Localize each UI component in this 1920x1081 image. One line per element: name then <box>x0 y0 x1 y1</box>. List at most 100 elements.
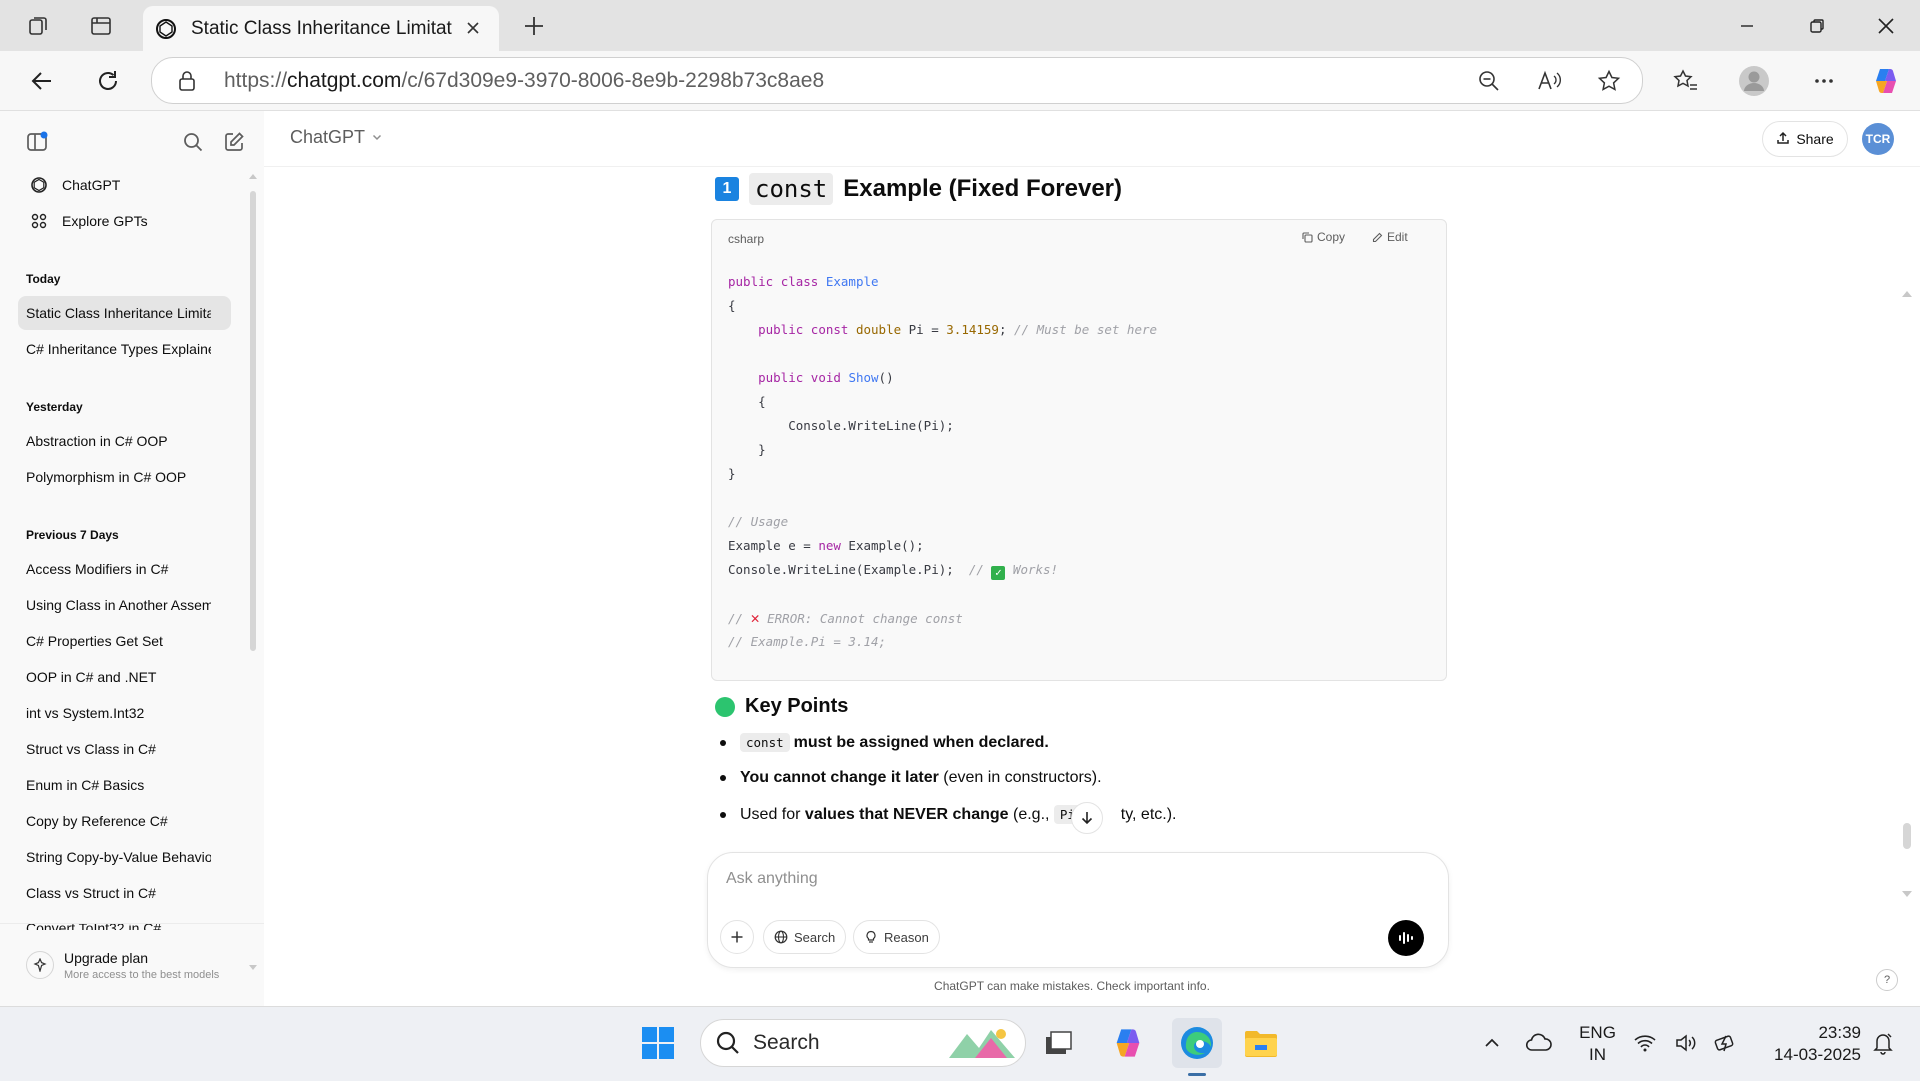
chat-item-label: Static Class Inheritance Limitation <box>26 305 211 321</box>
edit-code-button[interactable]: Edit <box>1372 230 1408 244</box>
reason-toggle-button[interactable]: Reason <box>853 920 940 954</box>
copy-code-button[interactable]: Copy <box>1302 230 1345 244</box>
share-button[interactable]: Share <box>1762 121 1848 157</box>
notifications-bell-icon[interactable] <box>1868 1021 1898 1065</box>
chat-item-label: Enum in C# Basics <box>26 777 145 793</box>
help-button[interactable]: ? <box>1876 969 1898 991</box>
voice-mode-button[interactable] <box>1388 920 1424 956</box>
language-code: ENG <box>1579 1023 1616 1042</box>
reason-label: Reason <box>884 929 929 945</box>
restore-icon[interactable] <box>1803 12 1831 40</box>
profile-icon[interactable] <box>1738 65 1770 97</box>
close-tab-icon[interactable] <box>461 16 485 40</box>
sidebar-nav-chatgpt[interactable]: ChatGPT <box>18 168 240 202</box>
bullet-text: Used for <box>740 805 805 823</box>
chat-item-label: String Copy-by-Value Behavior <box>26 849 211 865</box>
active-tab[interactable]: Static Class Inheritance Limitation <box>143 6 499 51</box>
list-item: You cannot change it later (even in cons… <box>720 769 1102 787</box>
windows-start-icon[interactable] <box>636 1021 680 1065</box>
search-chats-icon[interactable] <box>180 129 206 155</box>
sidebar-nav-explore-gpts[interactable]: Explore GPTs <box>18 204 240 238</box>
chat-item[interactable]: Using Class in Another Assembly <box>18 588 231 622</box>
model-selector[interactable]: ChatGPT <box>290 127 383 148</box>
site-info-lock-icon[interactable] <box>174 68 200 94</box>
copy-label: Copy <box>1317 230 1346 244</box>
address-bar[interactable]: https://chatgpt.com/c/67d309e9-3970-8006… <box>151 57 1643 104</box>
chat-item[interactable]: C# Inheritance Types Explained <box>18 332 231 366</box>
search-toggle-button[interactable]: Search <box>763 920 847 954</box>
wifi-icon[interactable] <box>1630 1021 1660 1065</box>
chevron-down-icon <box>371 127 383 148</box>
show-hidden-icons-icon[interactable] <box>1470 1021 1514 1065</box>
back-arrow-icon[interactable] <box>26 65 58 97</box>
share-label: Share <box>1796 131 1834 147</box>
scroll-to-bottom-button[interactable] <box>1071 802 1103 834</box>
code-block: csharp Copy Edit public class Example { … <box>711 219 1447 681</box>
copilot-taskbar-icon[interactable] <box>1106 1021 1150 1065</box>
browser-tab-bar: Static Class Inheritance Limitation <box>0 0 1920 51</box>
sidebar-scrollbar[interactable] <box>248 171 258 970</box>
zoom-out-icon[interactable] <box>1476 68 1502 94</box>
tab-actions-icon[interactable] <box>89 14 113 38</box>
avatar[interactable]: TCR <box>1862 123 1894 155</box>
close-sidebar-icon[interactable] <box>24 129 50 155</box>
chat-item[interactable]: Abstraction in C# OOP <box>18 424 231 458</box>
bullet-text: ty, etc.). <box>1120 805 1177 823</box>
upgrade-plan-button[interactable]: Upgrade plan More access to the best mod… <box>18 937 244 993</box>
section-today: Today <box>26 272 61 286</box>
code-language: csharp <box>728 232 765 246</box>
chat-item[interactable]: Struct vs Class in C# <box>18 732 231 766</box>
favorites-icon[interactable] <box>1670 65 1702 97</box>
search-highlight-icon <box>949 1029 1015 1058</box>
openai-logo-icon <box>28 174 50 196</box>
prompt-input[interactable] <box>724 863 1288 895</box>
upgrade-subtitle: More access to the best models <box>64 968 220 981</box>
chat-item[interactable]: Access Modifiers in C# <box>18 552 231 586</box>
url-text[interactable]: https://chatgpt.com/c/67d309e9-3970-8006… <box>224 69 824 93</box>
taskbar-search[interactable]: Search <box>700 1019 1026 1067</box>
onedrive-cloud-icon[interactable] <box>1517 1021 1561 1065</box>
more-options-icon[interactable] <box>1808 65 1840 97</box>
chat-item[interactable]: Polymorphism in C# OOP <box>18 460 231 494</box>
chat-item[interactable]: C# Properties Get Set <box>18 624 231 658</box>
task-view-icon[interactable] <box>1037 1021 1081 1065</box>
read-aloud-icon[interactable] <box>1537 68 1563 94</box>
chat-scrollbar[interactable] <box>1900 171 1914 961</box>
chat-item[interactable]: String Copy-by-Value Behavior <box>18 840 231 874</box>
battery-charging-icon[interactable] <box>1712 1021 1742 1065</box>
new-chat-icon[interactable] <box>221 129 247 155</box>
globe-icon <box>774 930 788 944</box>
upgrade-title: Upgrade plan <box>64 949 149 966</box>
favorite-star-icon[interactable] <box>1596 68 1622 94</box>
sidebar: ChatGPT Explore GPTs Today Static Class … <box>0 111 264 1006</box>
taskbar-search-label: Search <box>753 1031 820 1054</box>
copilot-icon[interactable] <box>1870 65 1902 97</box>
sidebar-nav-label: ChatGPT <box>62 177 121 193</box>
attach-button[interactable] <box>720 920 754 954</box>
chatgpt-favicon-icon <box>155 18 177 45</box>
close-window-icon[interactable] <box>1872 12 1900 40</box>
chat-item[interactable]: Static Class Inheritance Limitation <box>18 296 231 330</box>
chat-item[interactable]: OOP in C# and .NET <box>18 660 231 694</box>
clock[interactable]: 23:39 14-03-2025 <box>1755 1022 1861 1066</box>
message-composer: Search Reason <box>707 852 1449 968</box>
new-tab-icon[interactable] <box>520 12 548 40</box>
bullet-bold: You cannot change it later <box>740 769 939 786</box>
chat-item[interactable]: Class vs Struct in C# <box>18 876 231 910</box>
chat-item[interactable]: Convert ToInt32 in C# <box>18 912 231 930</box>
bullet-text: (even in constructors). <box>938 769 1102 786</box>
edge-browser-icon[interactable] <box>1172 1018 1222 1076</box>
browser-toolbar: https://chatgpt.com/c/67d309e9-3970-8006… <box>0 51 1920 111</box>
copy-icon <box>1302 231 1313 243</box>
file-explorer-icon[interactable] <box>1239 1021 1283 1065</box>
volume-icon[interactable] <box>1672 1021 1702 1065</box>
chat-item-label: C# Inheritance Types Explained <box>26 341 211 357</box>
chat-item[interactable]: int vs System.Int32 <box>18 696 231 730</box>
list-item: const must be assigned when declared. <box>720 733 1049 752</box>
chat-item[interactable]: Enum in C# Basics <box>18 768 231 802</box>
language-indicator[interactable]: ENG IN <box>1570 1022 1625 1066</box>
chat-item[interactable]: Copy by Reference C# <box>18 804 231 838</box>
workspaces-icon[interactable] <box>26 14 50 38</box>
minimize-icon[interactable] <box>1733 12 1761 40</box>
refresh-icon[interactable] <box>92 65 124 97</box>
